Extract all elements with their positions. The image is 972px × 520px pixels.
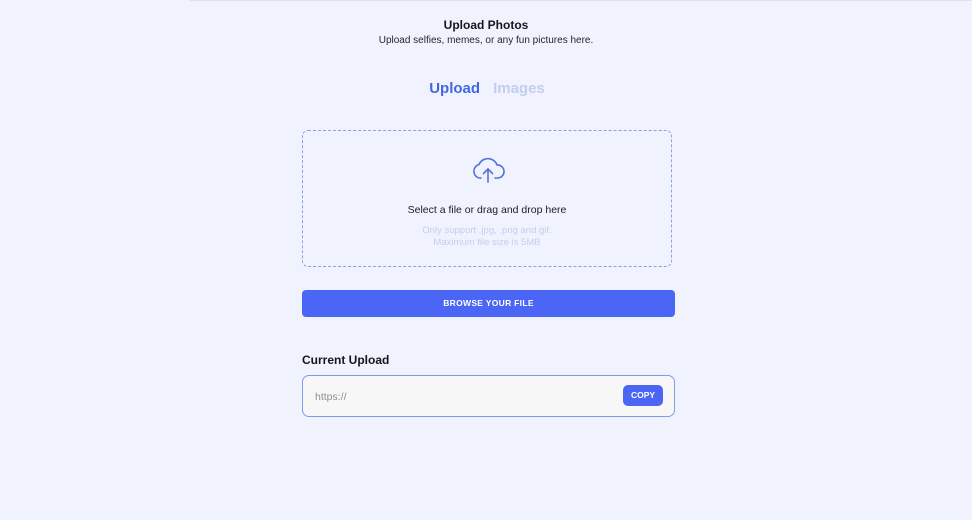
page-subtitle: Upload selfies, memes, or any fun pictur… xyxy=(378,35,594,46)
current-upload-label: Current Upload xyxy=(302,353,390,367)
hint-formats: Only support .jpg, .png and gif. xyxy=(422,225,552,236)
page-header: Upload Photos Upload selfies, memes, or … xyxy=(0,18,972,47)
tab-bar: Upload Images xyxy=(0,80,972,98)
page-title: Upload Photos xyxy=(443,18,529,32)
hint-max-size: Maximum file size is 5MB xyxy=(433,237,541,248)
current-upload-box: COPY xyxy=(302,375,675,417)
cloud-upload-icon xyxy=(473,157,505,183)
tab-upload[interactable]: Upload xyxy=(429,80,480,98)
tab-images[interactable]: Images xyxy=(493,80,545,98)
dropzone-text: Select a file or drag and drop here xyxy=(407,204,567,216)
upload-url-input[interactable] xyxy=(313,387,617,407)
file-dropzone[interactable]: Select a file or drag and drop here Only… xyxy=(302,130,672,267)
top-divider xyxy=(190,0,972,1)
browse-file-button[interactable]: BROWSE YOUR FILE xyxy=(302,290,675,317)
dropzone-hint: Only support .jpg, .png and gif. Maximum… xyxy=(303,225,671,249)
copy-button[interactable]: COPY xyxy=(623,385,663,406)
